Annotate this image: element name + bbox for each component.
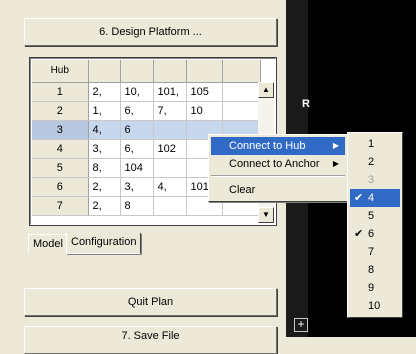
- column-header[interactable]: [153, 60, 187, 83]
- hub-cell[interactable]: 3: [32, 120, 89, 140]
- menu-item-label: Connect to Anchor: [229, 158, 320, 170]
- submenu-item-label: 1: [368, 138, 375, 150]
- submenu-item-label: 2: [368, 156, 375, 168]
- table-cell[interactable]: 105: [186, 82, 223, 102]
- submenu-item-8[interactable]: 8: [350, 261, 400, 279]
- hub-column-header[interactable]: Hub: [32, 60, 89, 83]
- table-cell[interactable]: [153, 158, 187, 178]
- submenu-arrow-icon: ▶: [332, 159, 339, 168]
- scroll-down-icon[interactable]: ▼: [258, 207, 274, 223]
- table-cell[interactable]: 8,: [88, 158, 121, 178]
- submenu-item-label: 4: [368, 192, 375, 204]
- table-cell[interactable]: 7,: [153, 101, 187, 121]
- submenu-arrow-icon: ▶: [332, 141, 339, 150]
- column-header[interactable]: [120, 60, 154, 83]
- submenu-item-1[interactable]: 1: [350, 135, 400, 153]
- table-header-row: Hub: [32, 60, 261, 83]
- submenu-item-label: 10: [368, 300, 381, 312]
- check-icon: ✔: [354, 192, 364, 204]
- table-cell[interactable]: 8: [120, 196, 154, 216]
- quit-plan-label: Quit Plan: [127, 296, 174, 308]
- quit-plan-button[interactable]: Quit Plan: [24, 288, 277, 316]
- tab-configuration-label: Configuration: [71, 236, 137, 248]
- table-cell[interactable]: 104: [120, 158, 154, 178]
- menu-item-connect-anchor[interactable]: Connect to Anchor ▶: [211, 155, 345, 173]
- submenu-item-2[interactable]: 2: [350, 153, 400, 171]
- submenu-item-label: 7: [368, 246, 375, 258]
- submenu-item-9[interactable]: 9: [350, 279, 400, 297]
- plus-icon[interactable]: +: [294, 318, 308, 332]
- table-cell[interactable]: [153, 120, 187, 140]
- table-cell[interactable]: 6,: [120, 139, 154, 159]
- column-header[interactable]: [88, 60, 121, 83]
- submenu-item-7[interactable]: 7: [350, 243, 400, 261]
- submenu-item-3: 3: [350, 171, 400, 189]
- table-row[interactable]: 2 1, 6, 7, 10: [32, 101, 261, 121]
- column-header[interactable]: [222, 60, 261, 83]
- viewport-label: R: [302, 98, 310, 110]
- menu-item-label: Clear: [229, 184, 256, 196]
- hub-cell[interactable]: 6: [32, 177, 89, 197]
- hub-cell[interactable]: 1: [32, 82, 89, 102]
- check-icon: ✔: [354, 228, 364, 240]
- table-cell[interactable]: 2,: [88, 177, 121, 197]
- submenu-item-label: 3: [368, 174, 375, 186]
- table-row[interactable]: 1 2, 10, 101, 105: [32, 82, 261, 102]
- table-cell[interactable]: 102: [153, 139, 187, 159]
- table-cell[interactable]: 2,: [88, 196, 121, 216]
- submenu-item-5[interactable]: 5: [350, 207, 400, 225]
- save-file-button[interactable]: 7. Save File: [24, 326, 277, 354]
- table-cell[interactable]: 6,: [120, 101, 154, 121]
- table-cell[interactable]: 2,: [88, 82, 121, 102]
- hub-submenu: 1 2 3 ✔ 4 5 ✔ 6 7 8 9 10: [347, 132, 403, 318]
- context-menu: Connect to Hub ▶ Connect to Anchor ▶ Cle…: [208, 134, 348, 202]
- submenu-item-label: 6: [368, 228, 375, 240]
- submenu-item-6[interactable]: ✔ 6: [350, 225, 400, 243]
- hub-cell[interactable]: 2: [32, 101, 89, 121]
- tab-model-label: Model: [33, 238, 63, 250]
- column-header[interactable]: [186, 60, 223, 83]
- table-cell[interactable]: [222, 101, 261, 121]
- submenu-item-label: 9: [368, 282, 375, 294]
- table-cell[interactable]: 10: [186, 101, 223, 121]
- tab-configuration[interactable]: Configuration: [66, 233, 142, 254]
- tab-model[interactable]: Model: [28, 234, 68, 253]
- hub-cell[interactable]: 5: [32, 158, 89, 178]
- table-cell[interactable]: 10,: [120, 82, 154, 102]
- table-cell[interactable]: 3,: [88, 139, 121, 159]
- submenu-item-10[interactable]: 10: [350, 297, 400, 315]
- submenu-item-4[interactable]: ✔ 4: [350, 189, 400, 207]
- menu-item-connect-hub[interactable]: Connect to Hub ▶: [211, 137, 345, 155]
- menu-item-label: Connect to Hub: [229, 140, 306, 152]
- table-cell[interactable]: [222, 82, 261, 102]
- design-platform-button[interactable]: 6. Design Platform ...: [24, 18, 277, 46]
- table-cell[interactable]: 4,: [153, 177, 187, 197]
- submenu-item-label: 8: [368, 264, 375, 276]
- table-cell[interactable]: 101,: [153, 82, 187, 102]
- design-platform-label: 6. Design Platform ...: [99, 26, 202, 38]
- submenu-item-label: 5: [368, 210, 375, 222]
- table-cell[interactable]: 3,: [120, 177, 154, 197]
- scroll-up-icon[interactable]: ▲: [258, 82, 274, 98]
- menu-separator: [211, 175, 345, 177]
- table-cell[interactable]: [153, 196, 187, 216]
- hub-cell[interactable]: 4: [32, 139, 89, 159]
- menu-item-clear[interactable]: Clear: [211, 181, 345, 199]
- save-file-label: 7. Save File: [121, 330, 180, 342]
- table-cell[interactable]: 1,: [88, 101, 121, 121]
- table-cell[interactable]: 4,: [88, 120, 121, 140]
- table-cell[interactable]: 6: [120, 120, 154, 140]
- hub-cell[interactable]: 7: [32, 196, 89, 216]
